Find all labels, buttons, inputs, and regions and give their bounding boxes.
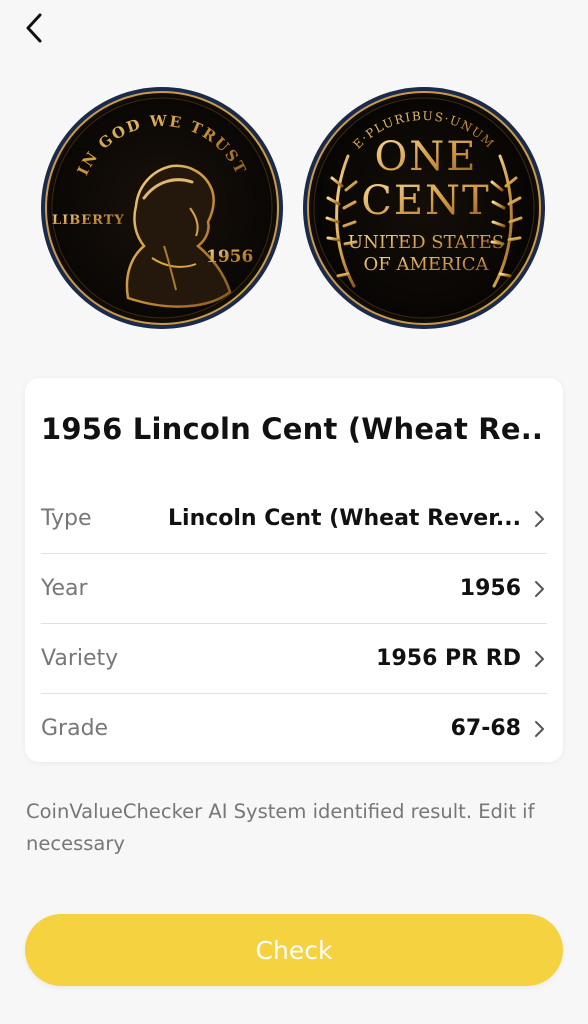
coin-details-card: 1956 Lincoln Cent (Wheat Re... Type Linc…: [25, 378, 563, 762]
chevron-right-icon: [533, 718, 547, 740]
reverse-country-line-2: OF AMERICA: [364, 254, 490, 275]
detail-row-grade[interactable]: Grade 67-68: [41, 694, 547, 763]
detail-label: Year: [41, 576, 88, 601]
chevron-right-icon: [533, 508, 547, 530]
ai-result-note: CoinValueChecker AI System identified re…: [26, 800, 535, 855]
chevron-left-icon: [26, 13, 42, 43]
obverse-liberty: LIBERTY: [52, 213, 125, 228]
chevron-right-icon: [533, 578, 547, 600]
detail-label: Variety: [41, 646, 119, 671]
detail-label: Grade: [41, 716, 109, 741]
coin-reverse-image[interactable]: E·PLURIBUS·UNUM ONE CENT UNITED STATES O…: [302, 86, 546, 330]
detail-value: 1956: [459, 576, 521, 601]
detail-row-year[interactable]: Year 1956: [41, 554, 547, 624]
check-button[interactable]: Check: [25, 914, 563, 986]
reverse-denomination-cent: CENT: [361, 178, 490, 224]
reverse-country-line-1: UNITED STATES: [348, 232, 504, 253]
obverse-year: 1956: [206, 247, 253, 267]
coin-identification-screen: IN GOD WE TRUST LIBERTY 1956 E·PLURIBUS·…: [0, 0, 588, 1024]
back-button[interactable]: [14, 8, 54, 48]
detail-row-variety[interactable]: Variety 1956 PR RD: [41, 624, 547, 694]
detail-value: 67-68: [450, 716, 521, 741]
detail-row-type[interactable]: Type Lincoln Cent (Wheat Rever...: [41, 484, 547, 554]
coin-obverse-image[interactable]: IN GOD WE TRUST LIBERTY 1956: [40, 86, 284, 330]
coin-images: IN GOD WE TRUST LIBERTY 1956 E·PLURIBUS·…: [0, 86, 588, 330]
reverse-denomination-one: ONE: [375, 134, 478, 180]
detail-label: Type: [41, 506, 92, 531]
coin-title: 1956 Lincoln Cent (Wheat Re...: [41, 412, 541, 446]
detail-value: 1956 PR RD: [376, 646, 521, 671]
detail-value: Lincoln Cent (Wheat Rever...: [168, 506, 521, 531]
chevron-right-icon: [533, 648, 547, 670]
